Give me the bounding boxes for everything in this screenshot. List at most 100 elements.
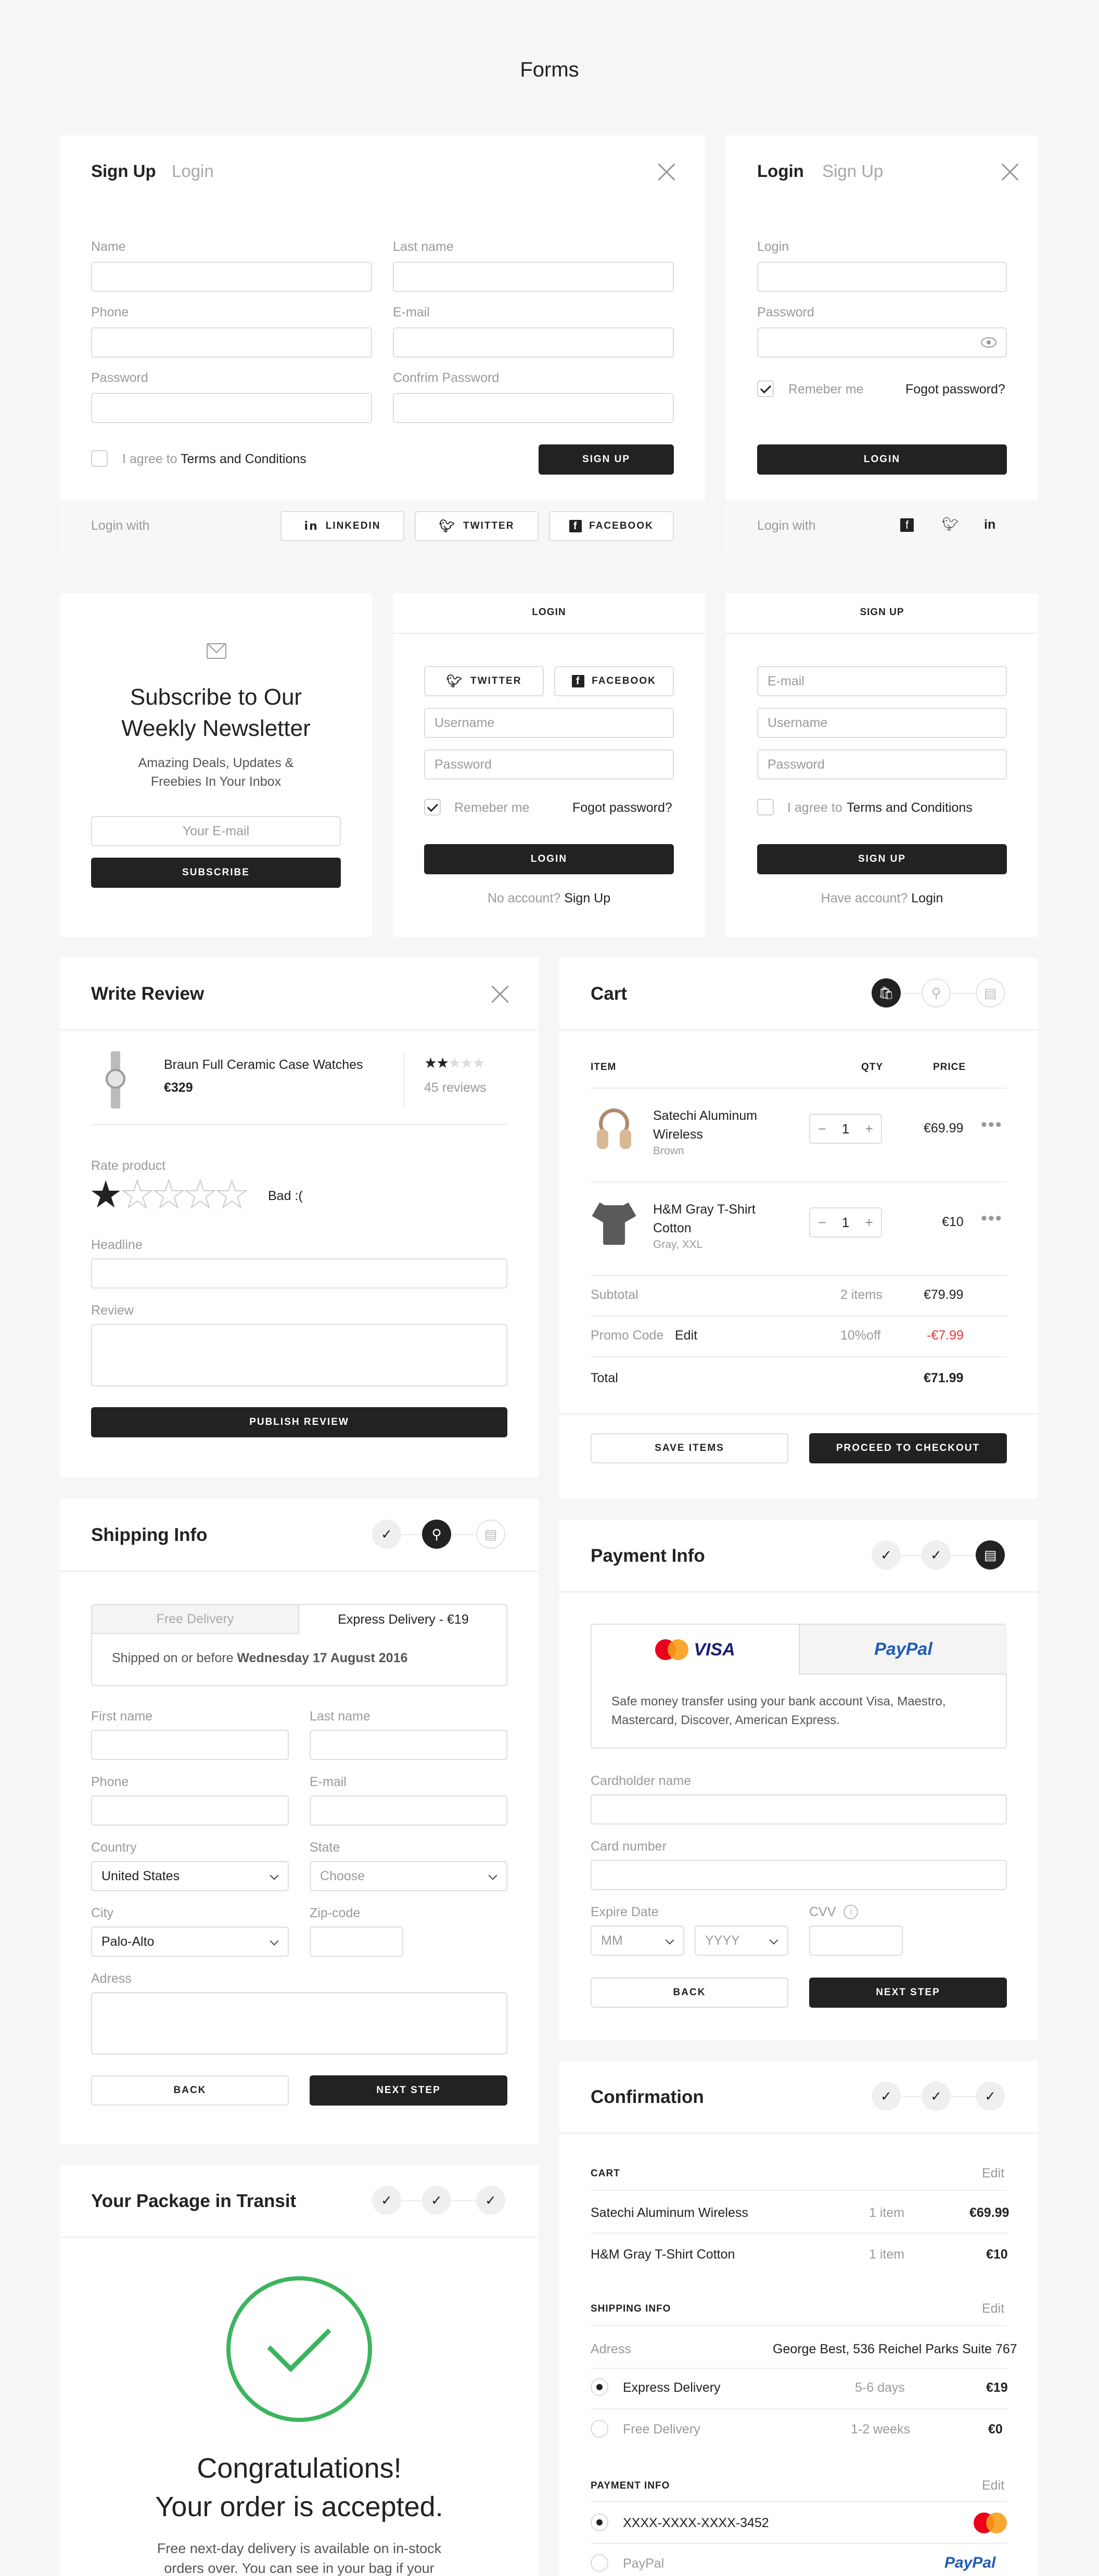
express-delivery-tab[interactable]: Express Delivery - €19: [299, 1605, 507, 1634]
city-select[interactable]: Palo-Alto: [91, 1927, 289, 1957]
publish-review-button[interactable]: PUBLISH REVIEW: [91, 1407, 507, 1437]
edit-link[interactable]: Edit: [982, 2478, 1004, 2493]
zip-field[interactable]: [310, 1927, 403, 1957]
close-icon[interactable]: [1001, 162, 1019, 181]
express-delivery-radio[interactable]: [591, 2378, 608, 2396]
twitter-button[interactable]: 🐦︎ TWITTER: [415, 511, 539, 541]
login-field[interactable]: [757, 262, 1007, 292]
login-link[interactable]: Login: [911, 891, 943, 906]
bag-step-icon[interactable]: 🛍: [872, 978, 901, 1008]
first-name-field[interactable]: [91, 1730, 289, 1760]
info-icon[interactable]: i: [844, 1905, 858, 1919]
name-field[interactable]: [91, 262, 372, 292]
more-options-icon[interactable]: •••: [981, 1208, 1003, 1229]
check-step-icon[interactable]: ✓: [922, 2082, 951, 2111]
last-name-field[interactable]: [310, 1730, 507, 1760]
star-input[interactable]: ★★★★★: [89, 1174, 249, 1216]
password-input[interactable]: Password: [424, 749, 674, 780]
lastname-field[interactable]: [393, 262, 674, 292]
phone-field[interactable]: [91, 327, 372, 358]
check-step-icon[interactable]: ✓: [976, 2082, 1005, 2111]
check-step-icon[interactable]: ✓: [422, 2186, 451, 2215]
edit-link[interactable]: Edit: [982, 2166, 1004, 2181]
phone-field[interactable]: [91, 1795, 289, 1826]
check-step-icon[interactable]: ✓: [372, 1520, 401, 1549]
location-step-icon[interactable]: ⚲: [922, 978, 951, 1008]
year-select[interactable]: YYYY: [695, 1925, 788, 1956]
checkout-button[interactable]: PROCEED TO CHECKOUT: [809, 1433, 1007, 1463]
card-radio[interactable]: [591, 2514, 608, 2531]
free-delivery-radio[interactable]: [591, 2420, 608, 2438]
month-select[interactable]: MM: [591, 1925, 684, 1956]
next-step-button[interactable]: NEXT STEP: [809, 1978, 1007, 2008]
location-step-icon[interactable]: ⚲: [422, 1520, 451, 1549]
tab-login[interactable]: Login: [172, 161, 214, 181]
next-step-button[interactable]: NEXT STEP: [310, 2075, 507, 2106]
review-textarea[interactable]: [91, 1324, 507, 1386]
tab-signup[interactable]: Sign Up: [91, 161, 156, 181]
forgot-link[interactable]: Fogot password?: [905, 382, 1005, 397]
address-textarea[interactable]: [91, 1992, 507, 2055]
edit-link[interactable]: Edit: [982, 2301, 1004, 2316]
check-step-icon[interactable]: ✓: [872, 2082, 901, 2111]
linkedin-icon[interactable]: in: [984, 517, 995, 532]
headline-input[interactable]: [91, 1258, 507, 1289]
free-delivery-tab[interactable]: Free Delivery: [92, 1605, 299, 1634]
tab-login[interactable]: Login: [757, 161, 804, 181]
username-input[interactable]: Username: [757, 708, 1007, 738]
payment-step-icon[interactable]: ▤: [976, 1540, 1005, 1570]
visa-tab[interactable]: VISA: [592, 1625, 799, 1675]
twitter-button[interactable]: 🐦︎ TWITTER: [424, 666, 544, 696]
forgot-link[interactable]: Fogot password?: [572, 800, 672, 815]
password-field[interactable]: [91, 393, 372, 423]
username-input[interactable]: Username: [424, 708, 674, 738]
quantity-stepper[interactable]: −1 +: [809, 1207, 882, 1238]
close-icon[interactable]: [657, 162, 676, 181]
more-options-icon[interactable]: •••: [981, 1115, 1003, 1135]
linkedin-button[interactable]: in LINKEDIN: [280, 511, 404, 541]
terms-checkbox[interactable]: [757, 799, 774, 815]
save-items-button[interactable]: SAVE ITEMS: [591, 1433, 788, 1463]
payment-step-icon[interactable]: ▤: [476, 1520, 505, 1549]
cvv-field[interactable]: [809, 1925, 903, 1956]
password-field[interactable]: [757, 327, 1007, 358]
facebook-icon[interactable]: f: [900, 518, 914, 532]
email-field[interactable]: [393, 327, 674, 358]
check-step-icon[interactable]: ✓: [372, 2186, 401, 2215]
twitter-icon[interactable]: 🐦︎: [942, 516, 959, 532]
cardholder-field[interactable]: [591, 1794, 1007, 1825]
terms-link[interactable]: Terms and Conditions: [847, 800, 973, 815]
facebook-button[interactable]: f FACEBOOK: [549, 511, 674, 541]
card-number-field[interactable]: [591, 1860, 1007, 1890]
back-button[interactable]: BACK: [91, 2075, 289, 2106]
paypal-tab[interactable]: PayPal: [799, 1625, 1007, 1675]
back-button[interactable]: BACK: [591, 1978, 788, 2008]
signup-button[interactable]: SIGN UP: [539, 444, 674, 475]
login-button[interactable]: LOGIN: [757, 444, 1007, 475]
subscribe-button[interactable]: SUBSCRIBE: [91, 858, 341, 888]
remember-checkbox[interactable]: [424, 799, 441, 815]
password-input[interactable]: Password: [757, 749, 1007, 780]
login-button[interactable]: LOGIN: [424, 844, 674, 874]
eye-icon[interactable]: [981, 337, 996, 348]
promo-edit-link[interactable]: Edit: [675, 1328, 697, 1343]
tab-signup[interactable]: Sign Up: [822, 161, 883, 181]
close-icon[interactable]: [491, 985, 509, 1003]
check-step-icon[interactable]: ✓: [476, 2186, 505, 2215]
email-input[interactable]: E-mail: [757, 666, 1007, 696]
confirm-password-field[interactable]: [393, 393, 674, 423]
signup-button[interactable]: SIGN UP: [757, 844, 1007, 874]
country-select[interactable]: United States: [91, 1861, 289, 1891]
remember-checkbox[interactable]: [757, 380, 774, 397]
quantity-stepper[interactable]: −1 +: [809, 1114, 882, 1144]
payment-step-icon[interactable]: ▤: [976, 978, 1005, 1008]
newsletter-email-input[interactable]: Your E-mail: [91, 816, 341, 846]
email-field[interactable]: [310, 1795, 507, 1826]
terms-checkbox[interactable]: [91, 450, 108, 467]
signup-link[interactable]: Sign Up: [564, 891, 610, 906]
paypal-radio[interactable]: [591, 2554, 608, 2572]
terms-link[interactable]: Terms and Conditions: [181, 452, 306, 467]
state-select[interactable]: Choose: [310, 1861, 507, 1891]
facebook-button[interactable]: f FACEBOOK: [554, 666, 674, 696]
check-step-icon[interactable]: ✓: [872, 1540, 901, 1570]
